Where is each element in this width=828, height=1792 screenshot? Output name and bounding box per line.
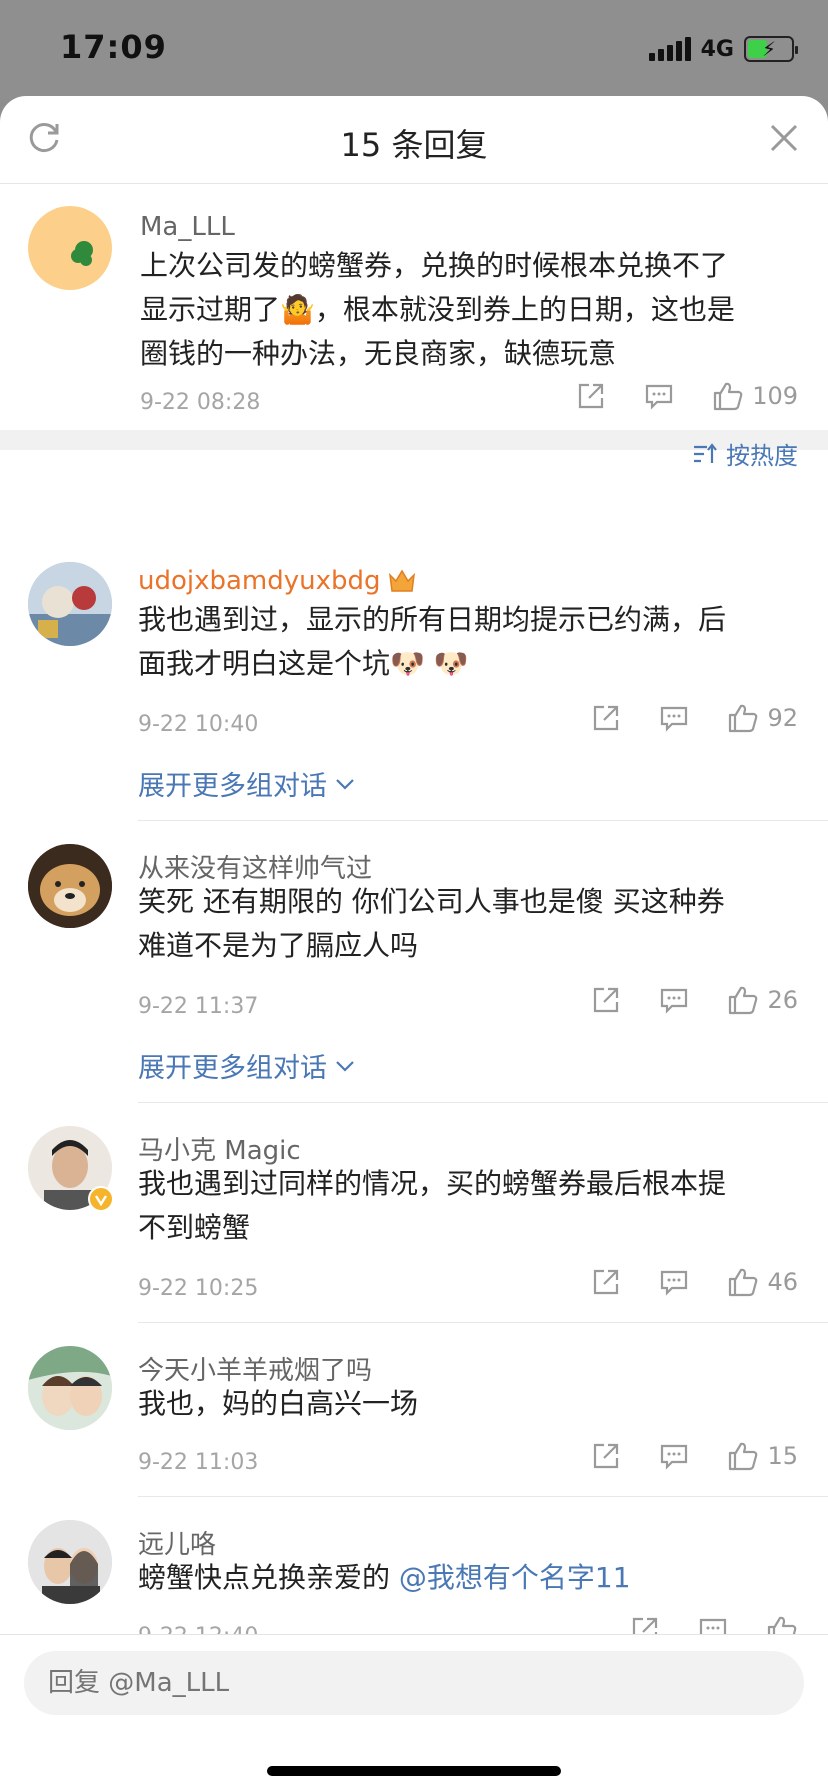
chevron-down-icon [336,778,354,790]
avatar[interactable] [28,1346,112,1430]
comment-actions: 26 [591,984,798,1016]
share-button[interactable] [576,381,606,411]
comment-icon [661,1444,688,1470]
comment-time: 9-22 11:37 [138,994,259,1019]
like-count: 46 [767,1268,798,1296]
username[interactable]: udojxbamdyuxbdg [138,566,417,596]
expand-conversation-button[interactable]: 展开更多组对话 [138,764,355,803]
share-button[interactable] [591,1267,621,1297]
sort-button[interactable]: 按热度 [692,436,798,471]
status-time: 17:09 [60,28,167,66]
sheet-title: 15 条回复 [340,126,488,164]
like-button[interactable]: 46 [727,1266,798,1298]
share-icon [594,987,619,1013]
divider [138,1102,828,1103]
comment-actions: 15 [591,1440,798,1472]
sheet-header: 15 条回复 [0,96,828,184]
like-button[interactable]: 109 [712,380,798,412]
comment-text: 我也遇到过，显示的所有日期均提示已约满，后 面我才明白这是个坑🐶 🐶 [138,603,727,680]
comment-time: 9-22 08:28 [140,390,261,415]
verified-badge-icon [88,1186,114,1212]
comment-actions: 109 [576,380,798,412]
status-indicators: 4G ⚡ [648,36,798,62]
like-count: 15 [767,1442,798,1470]
comment-icon [661,706,688,732]
avatar[interactable] [28,206,112,290]
share-icon [594,1269,619,1295]
like-count: 26 [767,986,798,1014]
share-icon [594,705,619,731]
comment-button[interactable] [659,985,689,1015]
signal-icon [648,37,691,61]
battery-icon: ⚡ [744,36,798,62]
comment-icon [661,988,688,1014]
divider [138,820,828,821]
avatar[interactable] [28,562,112,646]
avatar[interactable] [28,1126,114,1212]
reply-input[interactable] [24,1651,804,1715]
comment-time: 9-22 11:03 [138,1450,259,1475]
thumbs-up-icon [729,1442,758,1471]
comment-actions: 92 [591,702,798,734]
like-button[interactable]: 15 [727,1440,798,1472]
close-button[interactable] [764,118,804,158]
divider [138,1496,828,1497]
comment-button[interactable] [659,703,689,733]
thumbs-up-icon [729,1268,758,1297]
comment-text: 我也遇到过同样的情况，买的螃蟹券最后根本提 不到螃蟹 [138,1167,727,1244]
share-icon [579,383,604,409]
like-count: 92 [767,704,798,732]
comment-icon [661,1270,688,1296]
network-type: 4G [700,36,734,62]
mention-link[interactable]: @我想有个名字11 [399,1561,631,1594]
root-comment: Ma_LLL 上次公司发的螃蟹券，兑换的时候根本兑换不了 显示过期了🤷，根本就没… [0,184,828,450]
share-icon [594,1443,619,1469]
thumbs-up-icon [714,382,743,411]
thumbs-up-icon [729,704,758,733]
comment-time: 9-22 10:40 [138,712,259,737]
home-indicator[interactable] [267,1766,561,1776]
comment-button[interactable] [659,1267,689,1297]
close-icon [770,124,798,152]
comment-text: 笑死 还有期限的 你们公司人事也是傻 买这种券 难道不是为了膈应人吗 [138,885,725,962]
avatar[interactable] [28,844,112,928]
share-button[interactable] [591,985,621,1015]
crown-badge-icon [388,569,415,592]
comment-time: 9-22 10:25 [138,1276,259,1301]
chevron-down-icon [336,1060,354,1072]
comment-button[interactable] [659,1441,689,1471]
thumbs-up-icon [729,986,758,1015]
sort-label: 按热度 [726,442,798,470]
comment-icon [646,384,673,410]
comment-actions: 46 [591,1266,798,1298]
expand-conversation-button[interactable]: 展开更多组对话 [138,1046,355,1085]
comment-button[interactable] [644,381,674,411]
like-button[interactable]: 26 [727,984,798,1016]
comment-text: 我也，妈的白高兴一场 [138,1387,419,1420]
avatar[interactable] [28,1520,112,1604]
like-button[interactable]: 92 [727,702,798,734]
like-count: 109 [752,382,798,410]
status-bar: 17:09 4G ⚡ [0,0,828,98]
divider [138,1322,828,1323]
comment-text: 螃蟹快点兑换亲爱的 @我想有个名字11 [138,1561,631,1594]
username[interactable]: Ma_LLL [140,212,235,242]
replies-sheet: 15 条回复 Ma_LLL 上次公司发的螃蟹券，兑换的时候根本兑换不了 显示过期… [0,96,828,1792]
sort-icon [694,442,717,463]
share-button[interactable] [591,1441,621,1471]
comment-text: 上次公司发的螃蟹券，兑换的时候根本兑换不了 显示过期了🤷，根本就没到券上的日期，… [140,249,735,370]
share-button[interactable] [591,703,621,733]
